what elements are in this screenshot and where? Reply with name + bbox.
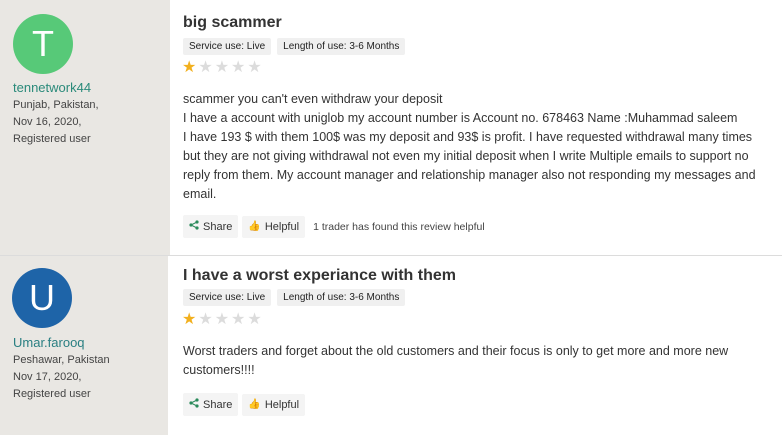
- star-icon: ★: [231, 311, 246, 328]
- share-icon: [189, 398, 199, 411]
- review-date: Nov 16, 2020,: [13, 116, 82, 128]
- review-paragraph: I have a account with uniglob my account…: [183, 111, 738, 125]
- avatar[interactable]: T: [13, 14, 73, 74]
- review-title: big scammer: [183, 14, 282, 31]
- tag-service-use: Service use: Live: [183, 289, 272, 306]
- review-card: U Umar.farooq Peshawar, Pakistan Nov 17,…: [0, 256, 782, 435]
- thumbs-up-icon: 👍: [248, 399, 261, 410]
- review-paragraph: scammer you can't even withdraw your dep…: [183, 92, 443, 106]
- review-paragraph: I have 193 $ with them 100$ was my depos…: [183, 130, 756, 201]
- review-body: scammer you can't even withdraw your dep…: [183, 90, 770, 204]
- star-icon: ★: [198, 59, 213, 76]
- share-button[interactable]: Share: [183, 215, 239, 238]
- reviewer-location: Peshawar, Pakistan: [13, 354, 110, 366]
- share-label: Share: [203, 398, 233, 411]
- review-tags: Service use: Live Length of use: 3-6 Mon…: [183, 289, 406, 306]
- share-button[interactable]: Share: [183, 393, 239, 416]
- review-title: I have a worst experiance with them: [183, 267, 456, 284]
- helpful-count: 1 trader has found this review helpful: [313, 220, 485, 233]
- reviewer-panel: T tennetwork44 Punjab, Pakistan, Nov 16,…: [0, 0, 170, 255]
- star-icon: ★: [231, 59, 246, 76]
- star-icon: ★: [214, 311, 230, 328]
- star-icon: ★: [247, 59, 262, 76]
- avatar[interactable]: U: [12, 268, 72, 328]
- tag-length-of-use: Length of use: 3-6 Months: [277, 289, 406, 306]
- review-actions: Share 👍 Helpful 1 trader has found this …: [183, 215, 485, 238]
- star-rating: ★ ★ ★ ★ ★: [182, 312, 262, 328]
- thumbs-up-icon: 👍: [248, 221, 261, 232]
- review-actions: Share 👍 Helpful: [183, 393, 306, 416]
- tag-service-use: Service use: Live: [183, 38, 272, 55]
- review-paragraph: Worst traders and forget about the old c…: [183, 344, 729, 377]
- star-rating: ★ ★ ★ ★ ★: [182, 60, 262, 76]
- reviewer-location: Punjab, Pakistan,: [13, 99, 99, 111]
- tag-length-of-use: Length of use: 3-6 Months: [277, 38, 406, 55]
- review-content: big scammer Service use: Live Length of …: [170, 0, 782, 255]
- reviewer-meta: Punjab, Pakistan, Nov 16, 2020, Register…: [13, 97, 99, 148]
- reviewer-role: Registered user: [13, 388, 91, 400]
- reviewer-username[interactable]: tennetwork44: [13, 80, 91, 95]
- star-icon: ★: [247, 311, 262, 328]
- star-icon: ★: [214, 59, 230, 76]
- helpful-label: Helpful: [264, 398, 300, 411]
- review-content: I have a worst experiance with them Serv…: [170, 256, 782, 435]
- review-body: Worst traders and forget about the old c…: [183, 342, 770, 380]
- reviewer-username[interactable]: Umar.farooq: [13, 335, 85, 350]
- share-icon: [189, 220, 199, 233]
- reviewer-panel: U Umar.farooq Peshawar, Pakistan Nov 17,…: [0, 256, 168, 435]
- star-icon: ★: [198, 311, 213, 328]
- star-icon: ★: [182, 59, 197, 76]
- review-tags: Service use: Live Length of use: 3-6 Mon…: [183, 38, 406, 55]
- star-icon: ★: [182, 311, 197, 328]
- reviewer-meta: Peshawar, Pakistan Nov 17, 2020, Registe…: [13, 352, 110, 403]
- review-date: Nov 17, 2020,: [13, 371, 82, 383]
- share-label: Share: [203, 220, 233, 233]
- helpful-button[interactable]: 👍 Helpful: [242, 215, 306, 238]
- review-card: T tennetwork44 Punjab, Pakistan, Nov 16,…: [0, 0, 782, 255]
- reviewer-role: Registered user: [13, 133, 91, 145]
- helpful-button[interactable]: 👍 Helpful: [242, 393, 306, 416]
- helpful-label: Helpful: [264, 220, 300, 233]
